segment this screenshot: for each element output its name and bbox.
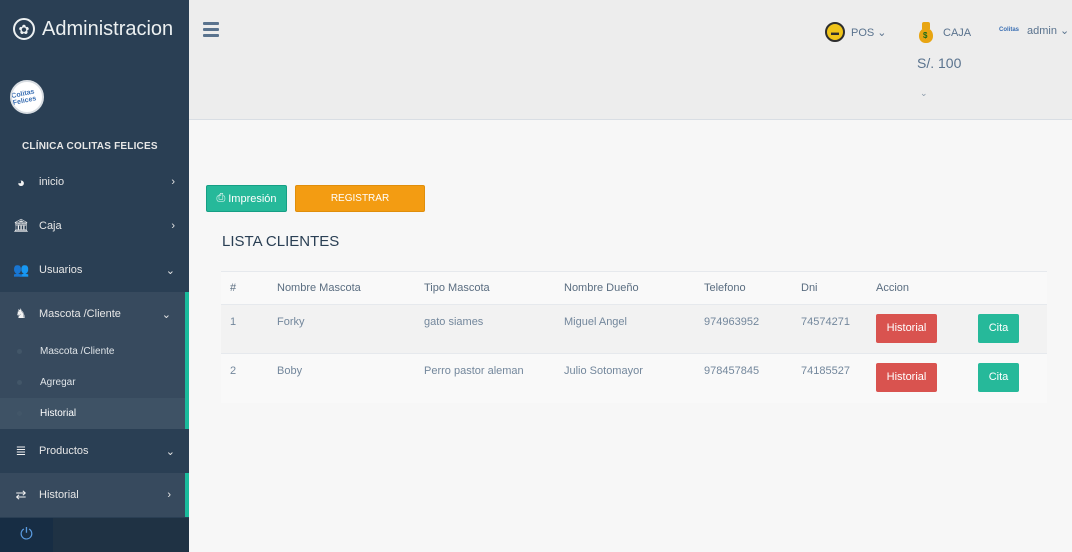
cell-action-cita: Cita xyxy=(969,353,1047,403)
history-button[interactable]: Historial xyxy=(876,314,937,343)
sidebar-item-usuarios[interactable]: 👥 Usuarios ⌄ xyxy=(0,248,189,292)
pos-icon: ▬ xyxy=(825,22,845,42)
chevron-right-icon: › xyxy=(171,176,175,188)
cell-dni: 74185527 xyxy=(792,353,867,403)
caja-menu[interactable]: CAJA xyxy=(917,22,971,44)
appointment-button[interactable]: Cita xyxy=(978,363,1019,392)
column-header: Nombre Mascota xyxy=(268,271,415,305)
database-icon: ≣ xyxy=(15,443,27,458)
submenu-item-mascota-cliente[interactable]: Mascota /Cliente xyxy=(0,336,185,367)
gear-icon: ✿ xyxy=(13,18,35,40)
register-button[interactable]: REGISTRAR xyxy=(295,185,425,212)
caja-amount: S/. 100 xyxy=(917,55,962,71)
clinic-logo-avatar: Colitas Felices xyxy=(10,80,44,114)
sidebar-item-label: Historial xyxy=(39,489,79,501)
sidebar-menu: ◕ inicio › 🏛 Caja › 👥 Usuarios ⌄ ♞ Masco… xyxy=(0,160,189,517)
sidebar-item-label: Mascota /Cliente xyxy=(39,308,121,320)
cell-pet-name: Boby xyxy=(268,353,415,403)
money-bag-icon xyxy=(917,22,935,44)
column-header: Nombre Dueño xyxy=(555,271,695,305)
chevron-down-icon: ⌄ xyxy=(161,308,171,321)
power-icon[interactable]: ⏻ xyxy=(0,518,53,552)
sidebar-item-label: Caja xyxy=(39,220,62,232)
pos-label: POS ⌄ xyxy=(851,26,887,39)
sidebar-item-label: inicio xyxy=(39,176,65,188)
column-header: Telefono xyxy=(695,271,792,305)
print-label: Impresión xyxy=(228,192,277,205)
chevron-down-icon[interactable]: ⌄ xyxy=(920,88,928,99)
cell-pet-type: Perro pastor aleman xyxy=(415,353,555,403)
brand-title: Administracion xyxy=(42,17,174,40)
column-header: Dni xyxy=(792,271,867,305)
cell-number: 2 xyxy=(221,353,268,403)
column-header: Tipo Mascota xyxy=(415,271,555,305)
sidebar-item-productos[interactable]: ≣ Productos ⌄ xyxy=(0,429,189,473)
table-row: 1 Forky gato siames Miguel Angel 9749639… xyxy=(221,304,1047,354)
bank-icon: 🏛 xyxy=(13,218,30,233)
sidebar-item-label: Productos xyxy=(39,445,89,457)
clinic-name: CLÍNICA COLITAS FELICES xyxy=(22,141,158,152)
cell-phone: 978457845 xyxy=(695,353,792,403)
cell-action-cita: Cita xyxy=(969,304,1047,354)
cell-owner-name: Miguel Angel xyxy=(555,304,695,354)
cell-action-history: Historial xyxy=(867,353,969,403)
avatar: Colitas xyxy=(998,27,1019,33)
appointment-button[interactable]: Cita xyxy=(978,314,1019,343)
sidebar-item-mascota-cliente[interactable]: ♞ Mascota /Cliente ⌄ xyxy=(0,292,189,336)
print-button[interactable]: ⎙ Impresión xyxy=(206,185,287,212)
submenu-item-historial[interactable]: Historial xyxy=(0,398,185,429)
brand[interactable]: ✿ Administracion xyxy=(0,0,189,58)
cell-dni: 74574271 xyxy=(792,304,867,354)
menu-toggle-icon[interactable] xyxy=(203,22,219,40)
submenu-item-agregar[interactable]: Agregar xyxy=(0,367,185,398)
chevron-right-icon: › xyxy=(167,489,171,501)
users-icon: 👥 xyxy=(13,262,30,277)
sidebar-item-caja[interactable]: 🏛 Caja › xyxy=(0,204,189,248)
column-header: Accion xyxy=(867,271,969,305)
cell-number: 1 xyxy=(221,304,268,354)
clients-table: # Nombre Mascota Tipo Mascota Nombre Due… xyxy=(221,271,1047,403)
sidebar: ✿ Administracion Colitas Felices CLÍNICA… xyxy=(0,0,189,552)
clinic-logo-text: Colitas Felices xyxy=(10,88,38,107)
dashboard-icon: ◕ xyxy=(17,174,25,190)
column-header: # xyxy=(221,271,268,305)
top-navbar: ▬ POS ⌄ CAJA S/. 100 ⌄ Colitas admin ⌄ xyxy=(189,0,1072,120)
submenu-mascota-cliente: Mascota /Cliente Agregar Historial xyxy=(0,336,189,429)
sidebar-item-historial[interactable]: ⇄ Historial › xyxy=(0,473,189,517)
pos-menu[interactable]: ▬ POS ⌄ xyxy=(825,22,887,42)
cell-action-history: Historial xyxy=(867,304,969,354)
table-row: 2 Boby Perro pastor aleman Julio Sotomay… xyxy=(221,353,1047,403)
chevron-right-icon: › xyxy=(171,220,175,232)
user-menu[interactable]: Colitas admin ⌄ xyxy=(997,22,1069,38)
cell-pet-name: Forky xyxy=(268,304,415,354)
page-title: LISTA CLIENTES xyxy=(222,233,340,250)
cell-pet-type: gato siames xyxy=(415,304,555,354)
print-icon: ⎙ xyxy=(216,192,226,204)
history-button[interactable]: Historial xyxy=(876,363,937,392)
chevron-down-icon: ⌄ xyxy=(165,264,175,277)
sidebar-item-label: Usuarios xyxy=(39,264,83,276)
history-icon: ⇄ xyxy=(15,487,27,502)
sidebar-item-inicio[interactable]: ◕ inicio › xyxy=(0,160,189,204)
user-name: admin ⌄ xyxy=(1027,24,1070,37)
cell-owner-name: Julio Sotomayor xyxy=(555,353,695,403)
table-header-row: # Nombre Mascota Tipo Mascota Nombre Due… xyxy=(221,271,1047,305)
main-content: ⎙ Impresión REGISTRAR LISTA CLIENTES # N… xyxy=(189,121,1072,552)
pet-client-icon: ♞ xyxy=(15,306,27,321)
chevron-down-icon: ⌄ xyxy=(165,445,175,458)
column-header-empty xyxy=(969,271,1047,305)
caja-label: CAJA xyxy=(943,27,972,39)
cell-phone: 974963952 xyxy=(695,304,792,354)
